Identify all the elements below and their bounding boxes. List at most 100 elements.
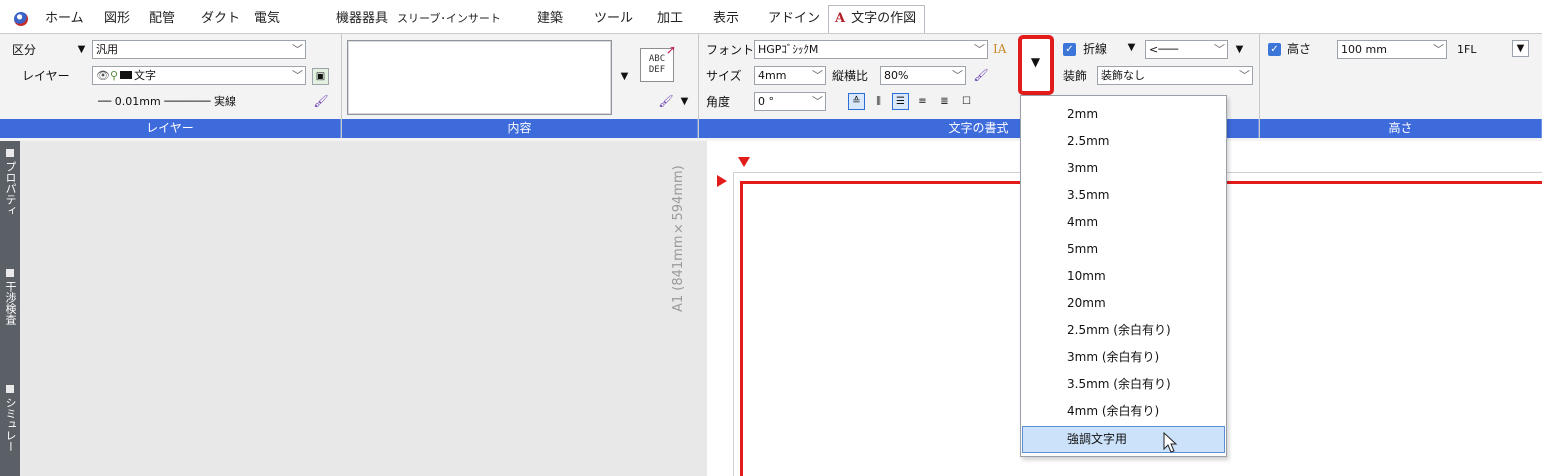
side-tab-label: プロパティ — [4, 161, 17, 216]
sheet-border-left — [733, 172, 734, 476]
side-tab-properties[interactable]: プロパティ — [3, 149, 17, 216]
content-dropdown-icon[interactable]: ▼ — [617, 68, 632, 85]
content-panel-caption: 内容 — [342, 119, 698, 138]
menu-view[interactable]: 表示 — [713, 10, 739, 28]
pen-icon[interactable]: 🖌 — [657, 93, 675, 110]
size-option[interactable]: 5mm — [1022, 236, 1225, 263]
height-label: 高さ — [1287, 42, 1312, 56]
height-panel-caption: 高さ — [1260, 119, 1542, 138]
floor-value[interactable]: 1FL — [1457, 42, 1476, 58]
font-combo[interactable]: HGPｺﾞｼｯｸM ﹀ — [754, 40, 988, 59]
size-label: サイズ — [706, 69, 742, 83]
height-checkbox[interactable]: ✓ — [1268, 43, 1281, 56]
polyline-label: 折線 — [1083, 42, 1108, 56]
height-combo[interactable]: 100 mm ﹀ — [1337, 40, 1447, 59]
mouse-pointer-icon — [1163, 432, 1178, 453]
line-dash-icon: ─────── — [164, 95, 211, 108]
side-tab-label: シミュレー — [4, 397, 17, 452]
size-option[interactable]: 2.5mm (余白有り) — [1022, 317, 1225, 344]
line-type-value: 実線 — [214, 95, 237, 108]
side-tab-simulation[interactable]: シミュレー — [3, 385, 17, 452]
tab-text-drawing[interactable]: A 文字の作図 — [828, 5, 926, 33]
decoration-value: 装飾なし — [1101, 69, 1145, 82]
size-option[interactable]: 20mm — [1022, 290, 1225, 317]
layer-combo[interactable]: 👁⚲ 文字 ﹀ — [92, 66, 306, 85]
angle-label: 角度 — [706, 95, 731, 109]
chevron-down-icon: ﹀ — [1214, 43, 1225, 56]
polyline-checkbox[interactable]: ✓ — [1063, 43, 1076, 56]
content-text-input[interactable] — [347, 40, 612, 115]
chevron-down-icon: ﹀ — [1433, 43, 1444, 56]
abc-def-icon[interactable]: ABC DEF ➚ — [640, 44, 675, 82]
layer-panel: 区分 ▼ 汎用 ﹀ レイヤー 👁⚲ 文字 ﹀ ▣ ── 0.01mm ──────… — [0, 34, 342, 138]
size-option[interactable]: 3.5mm — [1022, 182, 1225, 209]
chevron-down-icon: ﹀ — [812, 69, 823, 82]
align-center-icon[interactable]: ≡ — [914, 93, 931, 110]
size-combo[interactable]: 4mm ﹀ — [754, 66, 826, 85]
frame-icon[interactable]: ☐ — [958, 93, 975, 110]
menu-shapes[interactable]: 図形 — [104, 10, 130, 28]
pen-icon[interactable]: 🖌 — [312, 93, 330, 110]
size-option[interactable]: 3mm (余白有り) — [1022, 344, 1225, 371]
menu-tools[interactable]: ツール — [594, 10, 633, 28]
align-right-icon[interactable]: ≣ — [936, 93, 953, 110]
layer-label: レイヤー — [22, 69, 70, 83]
chevron-down-icon: ﹀ — [292, 69, 303, 82]
size-option[interactable]: 2mm — [1022, 101, 1225, 128]
polyline-dropdown-icon[interactable]: ▼ — [1123, 40, 1140, 57]
menu-sleeve-insert[interactable]: スリーブ･インサート — [397, 10, 501, 28]
menu-electric[interactable]: 電気 — [254, 10, 280, 28]
triangle-down-icon: ▼ — [1030, 55, 1041, 69]
origin-marker-right-icon — [717, 175, 727, 187]
font-value: HGPｺﾞｼｯｸM — [758, 43, 819, 56]
simulation-icon — [6, 385, 14, 393]
text-a-icon: A — [835, 11, 846, 26]
kubun-dropdown-icon[interactable]: ▼ — [74, 41, 89, 58]
menu-processing[interactable]: 加工 — [657, 10, 683, 28]
size-option[interactable]: 4mm — [1022, 209, 1225, 236]
angle-combo[interactable]: 0 ° ﹀ — [754, 92, 826, 111]
size-value: 4mm — [758, 69, 787, 82]
line-width-value: 0.01mm — [114, 95, 161, 108]
align-left-icon[interactable]: ☰ — [892, 93, 909, 110]
ratio-value: 80% — [884, 69, 909, 82]
menu-equipment[interactable]: 機器器具 — [336, 10, 388, 28]
size-option[interactable]: 3mm — [1022, 155, 1225, 182]
font-style-icon[interactable]: IA — [993, 41, 1006, 57]
menu-piping[interactable]: 配管 — [149, 10, 175, 28]
app-icon[interactable] — [14, 12, 28, 26]
size-option[interactable]: 3.5mm (余白有り) — [1022, 371, 1225, 398]
canvas-outside-area[interactable] — [20, 141, 707, 476]
size-option-hovered[interactable]: 強調文字用 — [1022, 426, 1225, 453]
align-baseline-icon[interactable]: ⫼ — [870, 93, 887, 110]
menu-addin[interactable]: アドイン — [768, 10, 820, 28]
size-option[interactable]: 10mm — [1022, 263, 1225, 290]
menu-home[interactable]: ホーム — [45, 10, 84, 28]
size-dropdown-button[interactable]: ▼ — [1018, 35, 1054, 95]
align-top-icon[interactable]: ≙ — [848, 93, 865, 110]
pen-dropdown-icon[interactable]: ▼ — [677, 93, 692, 110]
menu-duct[interactable]: ダクト — [201, 10, 240, 28]
size-option[interactable]: 2.5mm — [1022, 128, 1225, 155]
ratio-combo[interactable]: 80% ﹀ — [880, 66, 966, 85]
arrow-style-combo[interactable]: <─── ﹀ — [1145, 40, 1228, 59]
side-tab-label: 干渉検査 — [4, 281, 17, 325]
size-option[interactable]: 4mm (余白有り) — [1022, 398, 1225, 425]
color-pen-icon[interactable]: 🖌 — [972, 67, 990, 84]
menu-architecture[interactable]: 建築 — [537, 10, 563, 28]
layer-settings-icon[interactable]: ▣ — [312, 68, 329, 85]
line-width-display: ── 0.01mm ─────── 実線 — [98, 94, 236, 110]
arrow-style-dropdown-icon[interactable]: ▼ — [1232, 41, 1247, 58]
font-label: フォント — [706, 43, 755, 57]
chevron-down-icon: ﹀ — [1239, 69, 1250, 82]
kubun-combo[interactable]: 汎用 ﹀ — [92, 40, 306, 59]
chevron-down-icon: ﹀ — [952, 69, 963, 82]
side-tab-interference[interactable]: 干渉検査 — [3, 269, 17, 325]
interference-icon — [6, 269, 14, 277]
origin-marker-down-icon — [738, 157, 750, 167]
properties-icon — [6, 149, 14, 157]
kubun-label: 区分 — [12, 43, 37, 57]
floor-dropdown-icon[interactable]: ▼ — [1512, 40, 1529, 57]
decoration-combo[interactable]: 装飾なし ﹀ — [1097, 66, 1253, 85]
line-dash-icon: ── — [98, 95, 112, 108]
